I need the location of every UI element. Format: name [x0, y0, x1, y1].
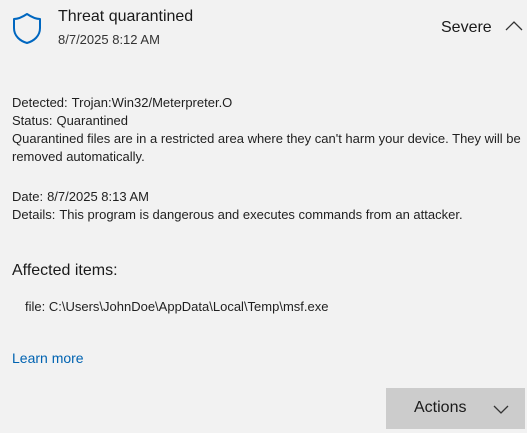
status-label: Status:: [12, 113, 53, 128]
detected-row: Detected: Trojan:Win32/Meterpreter.O: [12, 94, 524, 112]
threat-timestamp: 8/7/2025 8:12 AM: [58, 32, 160, 47]
severity-label: Severe: [441, 19, 492, 36]
chevron-up-icon[interactable]: [504, 19, 524, 33]
status-row: Status: Quarantined: [12, 112, 524, 130]
detected-label: Detected:: [12, 95, 68, 110]
quarantine-description: Quarantined files are in a restricted ar…: [12, 131, 521, 164]
affected-items-heading: Affected items:: [12, 262, 118, 279]
shield-icon: [12, 12, 42, 44]
date-label: Date:: [12, 189, 44, 204]
details-value: This program is dangerous and executes c…: [59, 207, 463, 222]
threat-title: Threat quarantined: [58, 8, 194, 25]
learn-more-link[interactable]: Learn more: [12, 350, 84, 366]
date-value: 8/7/2025 8:13 AM: [47, 189, 149, 204]
details-label: Details:: [12, 207, 56, 222]
actions-button[interactable]: Actions: [386, 388, 525, 429]
threat-meta: Date: 8/7/2025 8:13 AM Details: This progr…: [12, 188, 524, 224]
chevron-down-icon: [492, 403, 510, 415]
actions-label: Actions: [414, 399, 467, 416]
threat-header[interactable]: Threat quarantined 8/7/2025 8:12 AM Seve…: [0, 0, 527, 60]
date-row: Date: 8/7/2025 8:13 AM: [12, 188, 524, 206]
details-row: Details: This program is dangerous and ex…: [12, 206, 524, 224]
threat-details: Detected: Trojan:Win32/Meterpreter.O Stat…: [12, 94, 524, 166]
detected-value: Trojan:Win32/Meterpreter.O: [71, 95, 233, 110]
affected-item: file: C:\Users\JohnDoe\AppData\Local\Tem…: [25, 299, 329, 314]
status-value: Quarantined: [56, 113, 129, 128]
